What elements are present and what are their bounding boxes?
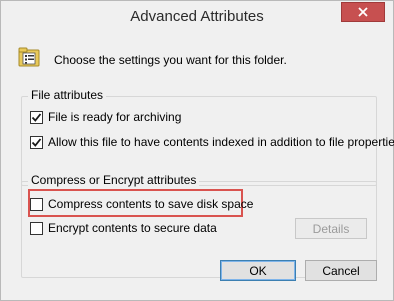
compress-checkbox-label: Compress contents to save disk space	[48, 197, 254, 211]
archive-checkbox-row[interactable]: File is ready for archiving	[30, 109, 181, 125]
index-checkbox-label: Allow this file to have contents indexed…	[48, 135, 394, 149]
encrypt-checkbox[interactable]	[30, 221, 43, 235]
index-checkbox[interactable]	[30, 135, 43, 149]
file-attributes-label: File attributes	[28, 88, 107, 102]
archive-checkbox[interactable]	[30, 110, 43, 124]
advanced-attributes-dialog: Advanced Attributes Choose the settings …	[0, 0, 394, 301]
encrypt-checkbox-row[interactable]: Encrypt contents to secure data	[30, 220, 217, 236]
dialog-body: Choose the settings you want for this fo…	[8, 32, 394, 295]
checkmark-icon	[31, 112, 42, 122]
title-bar[interactable]: Advanced Attributes	[1, 1, 393, 32]
close-button[interactable]	[341, 2, 385, 22]
compress-checkbox[interactable]	[30, 197, 43, 211]
header-instructions: Choose the settings you want for this fo…	[54, 53, 287, 67]
index-checkbox-row[interactable]: Allow this file to have contents indexed…	[30, 134, 394, 150]
window-title: Advanced Attributes	[130, 8, 264, 25]
ok-button[interactable]: OK	[220, 260, 296, 281]
close-icon	[358, 7, 368, 17]
checkmark-icon	[31, 137, 42, 147]
archive-checkbox-label: File is ready for archiving	[48, 110, 182, 124]
compress-encrypt-label: Compress or Encrypt attributes	[28, 173, 200, 187]
details-button[interactable]: Details	[295, 218, 367, 239]
cancel-button[interactable]: Cancel	[305, 260, 377, 281]
compress-checkbox-row[interactable]: Compress contents to save disk space	[30, 196, 253, 212]
encrypt-checkbox-label: Encrypt contents to secure data	[48, 221, 217, 235]
folder-settings-icon	[18, 47, 40, 67]
